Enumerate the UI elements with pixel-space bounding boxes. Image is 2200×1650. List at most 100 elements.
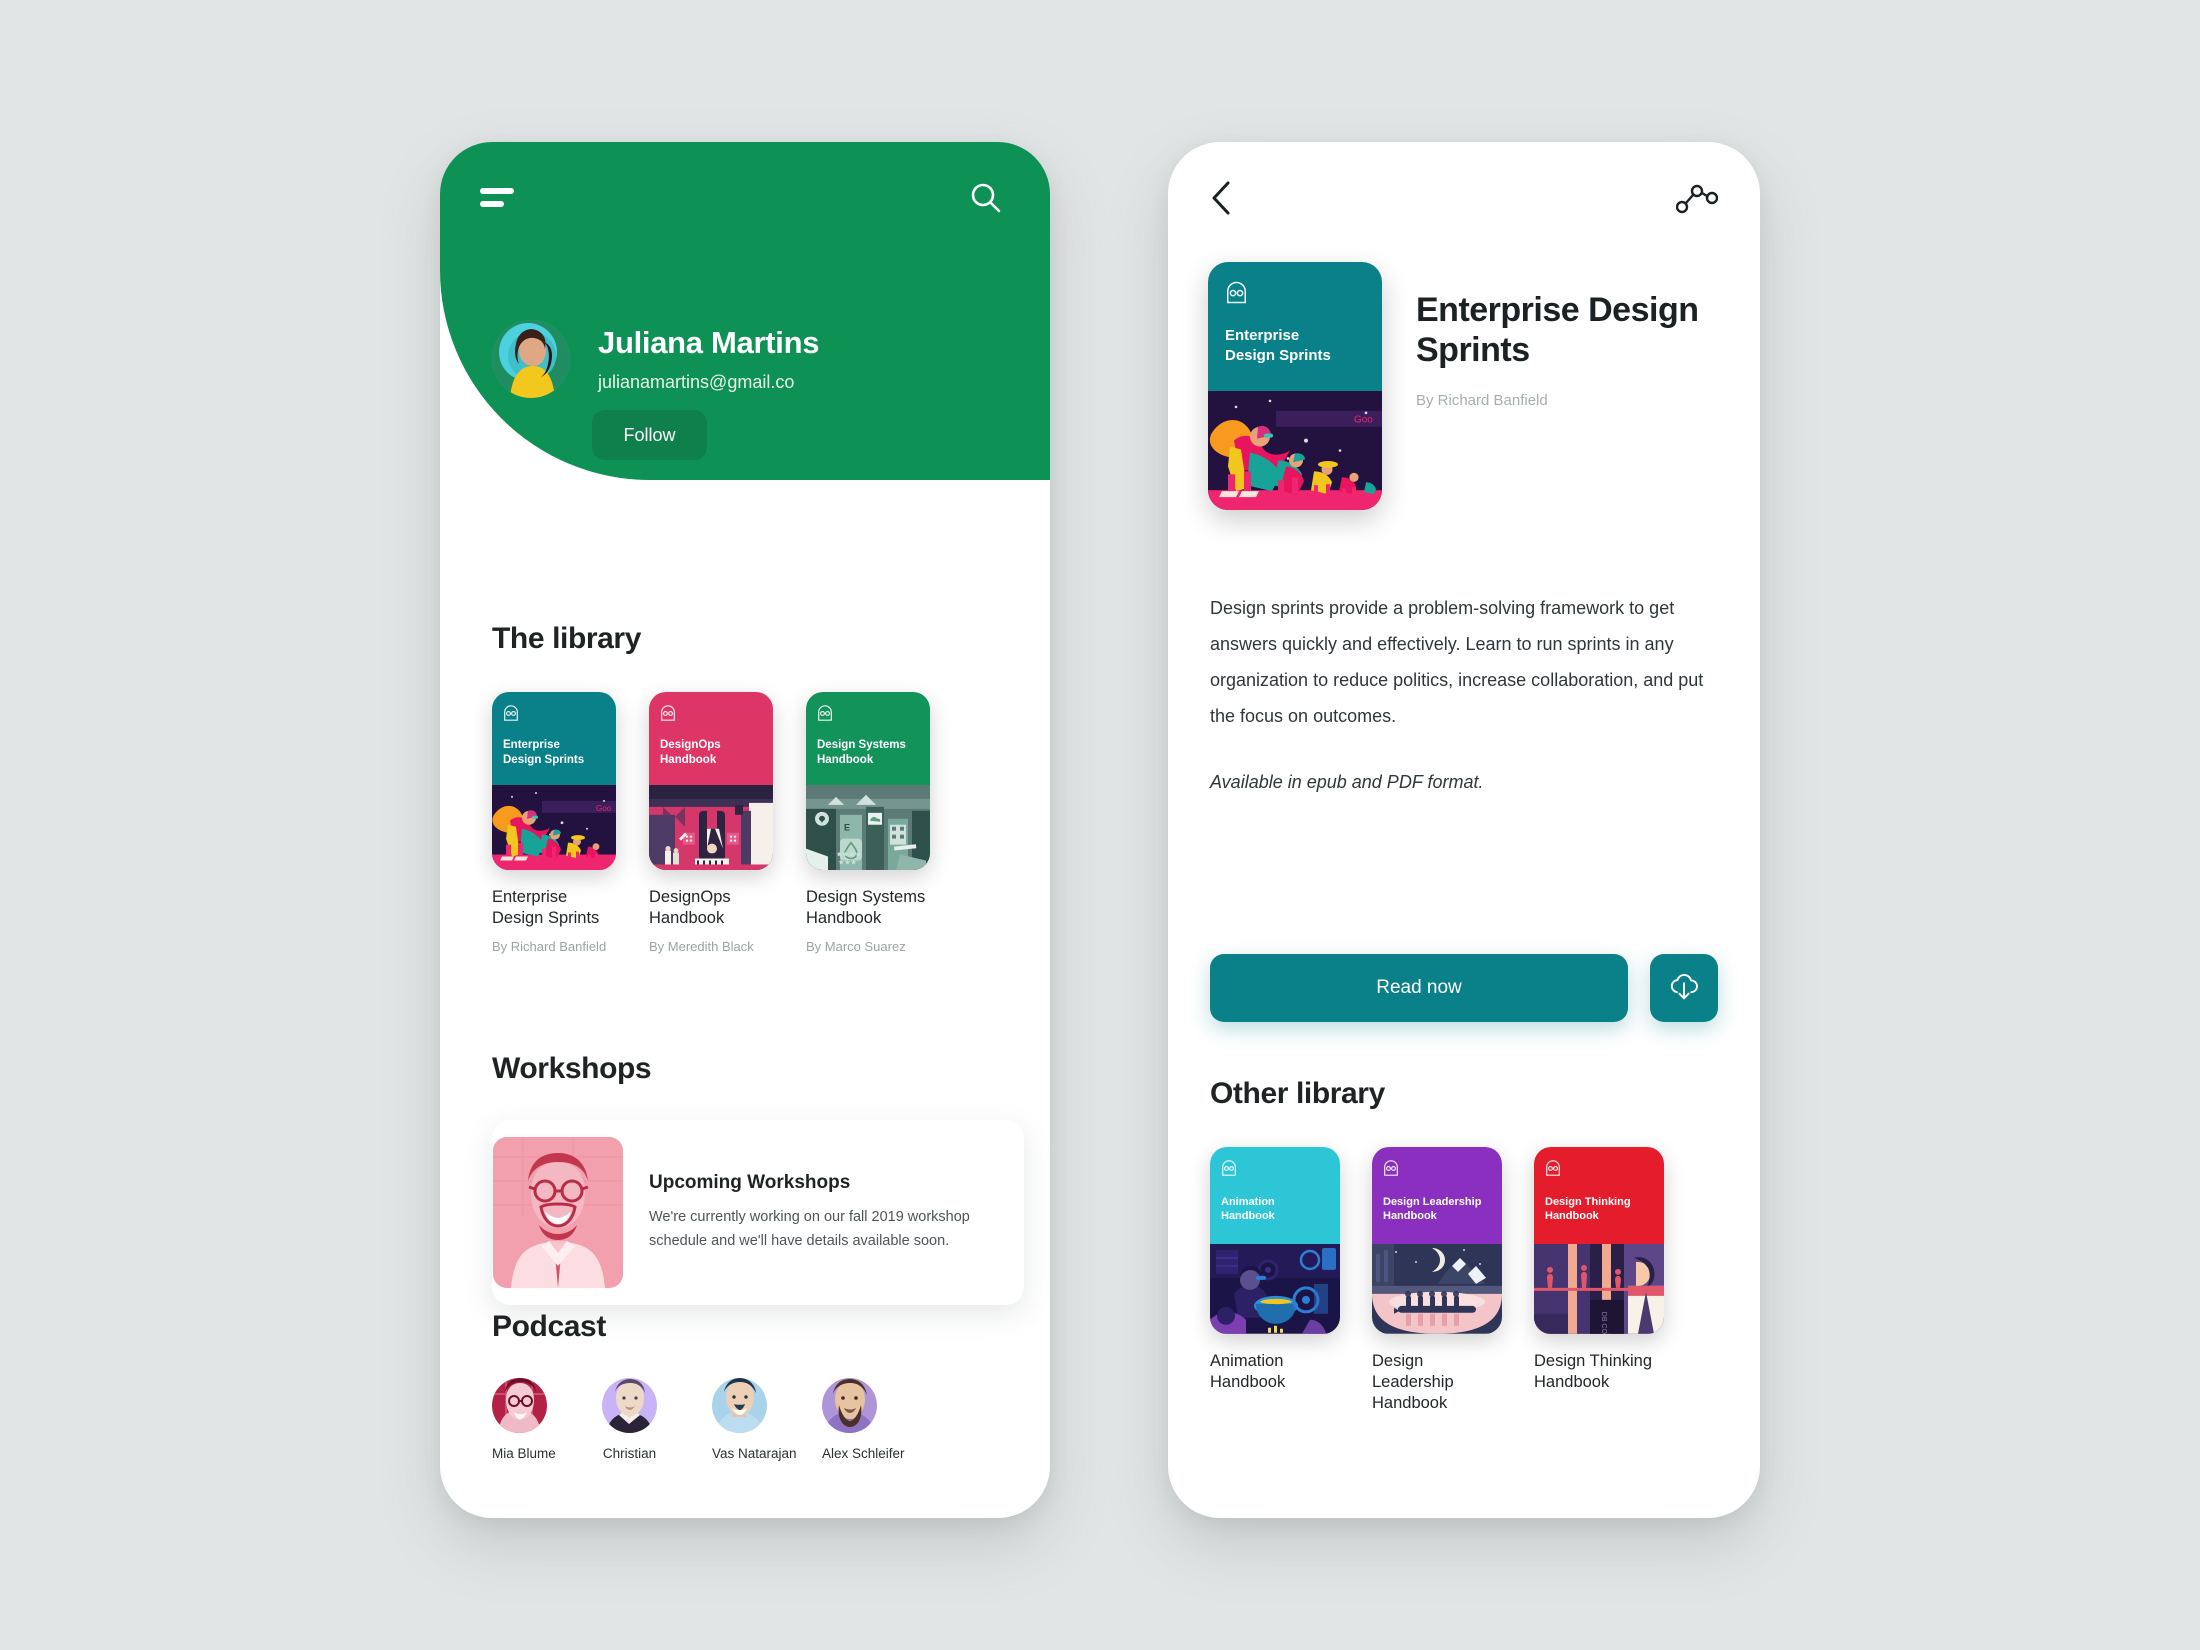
- publisher-logo-icon: [1224, 280, 1249, 305]
- follow-button[interactable]: Follow: [592, 410, 707, 460]
- avatar[interactable]: [492, 320, 570, 398]
- host-name: Mia Blume: [492, 1446, 556, 1461]
- book-author: By Meredith Black: [649, 939, 754, 955]
- profile-header: Juliana Martins julianamartins@gmail.co …: [440, 142, 1050, 480]
- book-cover[interactable]: Goo Enterprise Design Sprints: [492, 692, 616, 870]
- book-description-block: Design sprints provide a problem-solving…: [1210, 590, 1718, 800]
- cover-illustration: [1210, 1244, 1340, 1334]
- podcast-host[interactable]: Vas Natarajan: [712, 1378, 797, 1461]
- podcast-host-list[interactable]: Mia Blume Christian Vas Natarajan Alex S…: [492, 1378, 905, 1461]
- workshops-card-list[interactable]: Upcoming Workshops We're currently worki…: [492, 1120, 1050, 1305]
- cover-illustration: [649, 784, 773, 870]
- book-card[interactable]: Animation Handbook Animation Handbook: [1210, 1147, 1340, 1414]
- publisher-logo-icon: [1544, 1159, 1562, 1177]
- book-name: Animation Handbook: [1210, 1352, 1286, 1392]
- book-author: By Marco Suarez: [806, 939, 906, 955]
- book-author: By Richard Banfield: [1416, 392, 1548, 410]
- download-button[interactable]: [1650, 954, 1718, 1022]
- detail-top-bar: [1168, 142, 1760, 252]
- svg-text:Goo: Goo: [596, 803, 612, 812]
- phone-book-detail-screen: Goo Enterprise Design Sprints Enterprise…: [1168, 142, 1760, 1518]
- svg-text:DB CO: DB CO: [1600, 1312, 1607, 1334]
- workshops-section: Workshops Upcoming Workshops We're curre…: [492, 1052, 1050, 1305]
- book-description: Design sprints provide a problem-solving…: [1210, 598, 1704, 726]
- book-name: Design Thinking Handbook: [1534, 1352, 1653, 1392]
- book-author: By Richard Banfield: [492, 939, 607, 955]
- book-title: Enterprise Design Sprints: [1416, 291, 1699, 370]
- book-card[interactable]: DesignOps Handbook DesignOps Handbook By…: [649, 692, 773, 954]
- cover-title: Design Leadership Handbook: [1383, 1196, 1482, 1223]
- cover-title: Design Thinking Handbook: [1545, 1196, 1631, 1223]
- user-name: Juliana Martins: [598, 325, 820, 360]
- podcast-title: Podcast: [492, 1310, 606, 1343]
- chevron-left-icon[interactable]: [1208, 178, 1236, 218]
- library-card-list[interactable]: Goo Enterprise Design Sprints Enterprise…: [492, 692, 930, 954]
- book-cover[interactable]: DB CO Design Thinking Handbook: [1534, 1147, 1664, 1334]
- share-icon[interactable]: [1675, 182, 1719, 216]
- cover-illustration: DB CO: [1534, 1244, 1664, 1334]
- workshop-card[interactable]: Upcoming Workshops We're currently worki…: [492, 1120, 1024, 1305]
- search-icon[interactable]: [968, 180, 1004, 216]
- podcast-host[interactable]: Alex Schleifer: [822, 1378, 905, 1461]
- svg-text:★★★: ★★★: [838, 858, 857, 866]
- top-bar: [440, 142, 1050, 252]
- book-cover[interactable]: Design Leadership Handbook: [1372, 1147, 1502, 1334]
- phone-profile-screen: Juliana Martins julianamartins@gmail.co …: [440, 142, 1050, 1518]
- cover-title: Design Systems Handbook: [817, 739, 906, 766]
- book-name: DesignOps Handbook: [649, 888, 731, 928]
- cover-illustration: [1372, 1244, 1502, 1334]
- book-cover[interactable]: E ★★★★ ★★★ Design Systems Handbook: [806, 692, 930, 870]
- cover-illustration: Goo: [1208, 390, 1382, 510]
- book-card[interactable]: DB CO Design Thinking Handbook Design Th…: [1534, 1147, 1664, 1414]
- other-library-title: Other library: [1210, 1077, 1385, 1110]
- library-section: The library Goo Enterprise Design Sprint…: [492, 622, 930, 954]
- workshops-title: Workshops: [492, 1052, 652, 1085]
- publisher-logo-icon: [1220, 1159, 1238, 1177]
- cover-illustration: Goo: [492, 784, 616, 870]
- book-card[interactable]: Design Leadership Handbook Design Leader…: [1372, 1147, 1502, 1414]
- book-name: Enterprise Design Sprints: [492, 888, 600, 928]
- cover-title: Animation Handbook: [1221, 1196, 1275, 1223]
- host-name: Christian: [602, 1446, 657, 1461]
- book-cover[interactable]: DesignOps Handbook: [649, 692, 773, 870]
- host-avatar[interactable]: [492, 1378, 547, 1433]
- cover-title: DesignOps Handbook: [660, 739, 721, 766]
- svg-text:E: E: [844, 822, 850, 832]
- cloud-download-icon: [1667, 971, 1701, 1006]
- book-detail-header: Goo Enterprise Design Sprints Enterprise…: [1208, 262, 1722, 510]
- book-name: Design Systems Handbook: [806, 888, 926, 928]
- book-cover[interactable]: Animation Handbook: [1210, 1147, 1340, 1334]
- host-name: Alex Schleifer: [822, 1446, 905, 1461]
- publisher-logo-icon: [1382, 1159, 1400, 1177]
- book-actions: Read now: [1210, 954, 1718, 1022]
- user-email: julianamartins@gmail.co: [598, 372, 795, 393]
- host-avatar[interactable]: [822, 1378, 877, 1433]
- book-card[interactable]: Goo Enterprise Design Sprints Enterprise…: [492, 692, 616, 954]
- read-now-button[interactable]: Read now: [1210, 954, 1628, 1022]
- podcast-section: Podcast Mia Blume Christian Vas Nataraja…: [492, 1310, 905, 1461]
- profile-block: Juliana Martins julianamartins@gmail.co: [492, 320, 819, 398]
- podcast-host[interactable]: Christian: [602, 1378, 657, 1461]
- other-library-card-list[interactable]: Animation Handbook Animation Handbook De…: [1210, 1147, 1760, 1414]
- host-name: Vas Natarajan: [712, 1446, 797, 1461]
- book-format-note: Available in epub and PDF format.: [1210, 772, 1484, 792]
- user-info: Juliana Martins julianamartins@gmail.co: [598, 320, 819, 393]
- workshop-speaker-photo: [493, 1137, 623, 1288]
- hamburger-icon[interactable]: [480, 188, 514, 208]
- podcast-host[interactable]: Mia Blume: [492, 1378, 556, 1461]
- other-library-section: Other library Animation Handbook Animati…: [1210, 1077, 1760, 1414]
- book-card[interactable]: E ★★★★ ★★★ Design Systems Handbook Desig…: [806, 692, 930, 954]
- book-meta: Enterprise Design Sprints By Richard Ban…: [1416, 262, 1722, 510]
- canvas: Juliana Martins julianamartins@gmail.co …: [0, 0, 2200, 1650]
- publisher-logo-icon: [502, 704, 520, 722]
- host-avatar[interactable]: [602, 1378, 657, 1433]
- cover-illustration: E ★★★★ ★★★: [806, 784, 930, 870]
- svg-text:★★★★: ★★★★: [836, 850, 861, 858]
- publisher-logo-icon: [816, 704, 834, 722]
- publisher-logo-icon: [659, 704, 677, 722]
- book-cover-large[interactable]: Goo Enterprise Design Sprints: [1208, 262, 1382, 510]
- cover-title: Enterprise Design Sprints: [503, 739, 585, 766]
- cover-title: Enterprise Design Sprints: [1225, 327, 1331, 364]
- host-avatar[interactable]: [712, 1378, 767, 1433]
- workshop-text: Upcoming Workshops We're currently worki…: [623, 1172, 1024, 1253]
